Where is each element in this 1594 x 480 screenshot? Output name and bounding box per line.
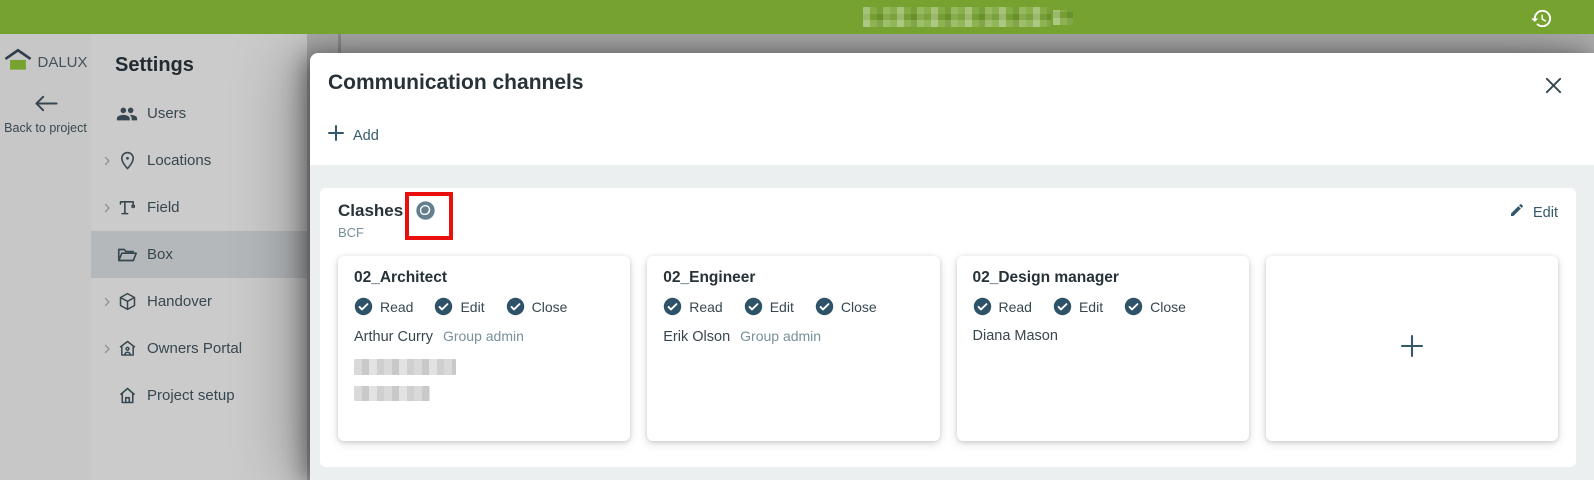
back-to-project-button[interactable]: Back to project	[0, 93, 91, 136]
permissions-row: Read Edit Close	[663, 297, 923, 316]
permission-close: Close	[506, 297, 567, 316]
edit-section-button[interactable]: Edit	[1509, 202, 1558, 223]
group-card-title: 02_Engineer	[663, 269, 756, 286]
open-folder-icon	[116, 244, 138, 266]
sidebar-item-label: Owners Portal	[147, 340, 243, 357]
location-pin-icon	[116, 150, 138, 172]
redacted-member-name	[354, 359, 456, 375]
redacted-project-name	[863, 7, 1051, 27]
top-bar	[0, 0, 1594, 34]
member-row: Erik Olson Group admin	[663, 328, 923, 345]
group-card-title: 02_Design manager	[972, 269, 1119, 286]
sidebar-item-label: Box	[147, 246, 173, 263]
group-card-design-manager: 02_Design manager Read Edit Close Diana …	[956, 256, 1249, 441]
add-button-label: Add	[353, 127, 379, 144]
background-panel-divider	[338, 34, 341, 54]
modal-title: Communication channels	[328, 71, 584, 94]
sidebar-item-label: Project setup	[147, 387, 235, 404]
member-role-badge: Group admin	[740, 328, 822, 344]
sidebar-item-project-setup[interactable]: Project setup	[91, 372, 307, 419]
member-name: Diana Mason	[972, 328, 1058, 344]
settings-sidebar: Settings Users Locations Field Box Hando…	[91, 34, 307, 480]
modal-body: Clashes BCF Edit 02_Architect Read Edit …	[310, 165, 1594, 480]
chevron-right-icon	[98, 202, 115, 214]
permission-read: Read	[973, 297, 1032, 316]
group-card-title: 02_Architect	[354, 269, 448, 286]
pencil-icon	[1509, 202, 1525, 223]
redacted-member-name	[354, 386, 430, 401]
dalux-logo-text: DALUX	[37, 53, 88, 71]
back-arrow-icon	[31, 95, 61, 118]
plus-icon	[1400, 334, 1424, 363]
sidebar-item-owners-portal[interactable]: Owners Portal	[91, 325, 307, 372]
section-type-label: BCF	[338, 225, 364, 240]
redacted-topbar-item	[1053, 10, 1073, 25]
group-card-engineer: 02_Engineer Read Edit Close Erik Olson G…	[647, 256, 940, 441]
house-person-icon	[116, 338, 138, 360]
sidebar-item-label: Handover	[147, 293, 213, 310]
edit-button-label: Edit	[1533, 204, 1558, 221]
users-icon	[116, 103, 138, 125]
sidebar-item-field[interactable]: Field	[91, 184, 307, 231]
sphere-model-icon	[415, 200, 436, 221]
back-to-project-label: Back to project	[4, 121, 87, 135]
communication-channels-modal: Communication channels Add Clashes BCF E…	[310, 53, 1594, 480]
sidebar-item-label: Users	[147, 105, 187, 122]
sidebar-item-box[interactable]: Box	[91, 231, 307, 278]
member-role-badge: Group admin	[442, 328, 524, 344]
group-cards: 02_Architect Read Edit Close Arthur Curr…	[338, 256, 1558, 441]
permission-edit: Edit	[434, 297, 485, 316]
sidebar-item-users[interactable]: Users	[91, 90, 307, 137]
dalux-logo: DALUX	[0, 47, 91, 77]
chevron-right-icon	[98, 155, 115, 167]
chevron-right-icon	[98, 343, 115, 355]
house-icon	[116, 385, 138, 407]
permission-edit: Edit	[1053, 297, 1103, 316]
member-row: Diana Mason	[973, 328, 1233, 344]
permission-read: Read	[663, 297, 723, 316]
group-card-architect: 02_Architect Read Edit Close Arthur Curr…	[338, 256, 631, 441]
member-row: Arthur Curry Group admin	[354, 328, 614, 345]
left-rail: DALUX Back to project	[0, 34, 91, 480]
member-name: Arthur Curry	[354, 329, 433, 345]
permission-close: Close	[1124, 297, 1186, 316]
permissions-row: Read Edit Close	[973, 297, 1233, 316]
cube-icon	[116, 291, 138, 313]
dalux-house-icon	[3, 47, 33, 77]
section-title: Clashes	[338, 200, 404, 220]
section-header: Clashes	[338, 200, 1558, 221]
permissions-row: Read Edit Close	[354, 297, 614, 316]
sidebar-item-label: Locations	[147, 152, 212, 169]
settings-title: Settings	[115, 54, 194, 76]
sidebar-item-locations[interactable]: Locations	[91, 137, 307, 184]
crane-icon	[116, 197, 138, 219]
close-icon[interactable]	[1542, 74, 1564, 96]
add-channel-button[interactable]: Add	[328, 125, 379, 146]
permission-edit: Edit	[744, 297, 794, 316]
sidebar-item-label: Field	[147, 199, 180, 216]
channel-section-clashes: Clashes BCF Edit 02_Architect Read Edit …	[320, 188, 1576, 467]
plus-icon	[328, 125, 344, 146]
sidebar-item-handover[interactable]: Handover	[91, 278, 307, 325]
permission-read: Read	[354, 297, 413, 316]
history-icon[interactable]	[1530, 7, 1554, 31]
member-name: Erik Olson	[663, 329, 731, 345]
settings-menu: Users Locations Field Box Handover Owner…	[91, 90, 307, 419]
add-group-card[interactable]	[1265, 256, 1558, 441]
chevron-right-icon	[98, 296, 115, 308]
permission-close: Close	[815, 297, 877, 316]
